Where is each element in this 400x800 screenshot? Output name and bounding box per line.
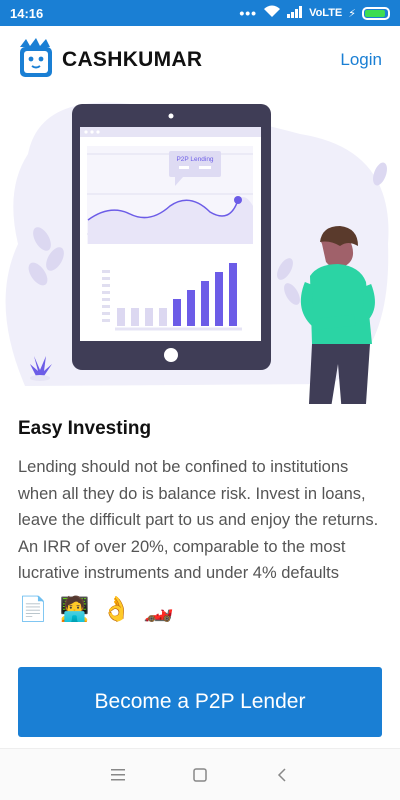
tablet-bar: [159, 308, 167, 326]
signal-icon: [287, 5, 303, 21]
become-p2p-lender-button[interactable]: Become a P2P Lender: [18, 667, 382, 737]
status-icons: ••• VoLTE ⚡: [239, 5, 390, 21]
tablet-bar: [131, 308, 139, 326]
status-time: 14:16: [10, 5, 44, 21]
tablet-bar: [187, 290, 195, 326]
home-square-icon[interactable]: [188, 763, 212, 787]
racing-car-icon: 🏎️: [143, 594, 174, 623]
wifi-icon: [263, 5, 281, 21]
hero-illustration: P2P Lending: [0, 94, 400, 474]
technologist-icon: 🧑‍💻: [59, 594, 90, 623]
tablet-bar: [145, 308, 153, 326]
battery-icon: [362, 6, 390, 20]
tablet-home-button: [164, 348, 178, 362]
notification-dots-icon: •••: [239, 5, 258, 21]
back-icon[interactable]: [270, 763, 294, 787]
content-section: Easy Investing Lending should not be con…: [18, 418, 382, 625]
tablet-line-marker: [234, 196, 242, 204]
ok-hand-icon: 👌: [101, 594, 132, 623]
system-nav-bar: [0, 748, 400, 800]
mascot-face-icon: [18, 37, 54, 84]
section-title: Easy Investing: [18, 418, 152, 439]
p2p-lending-card-label: P2P Lending: [176, 156, 213, 163]
charging-bolt-icon: ⚡: [348, 7, 356, 20]
login-link[interactable]: Login: [340, 50, 382, 70]
tablet-bar: [215, 272, 223, 326]
network-type: VoLTE: [309, 7, 343, 19]
emoji-row: 📄 🧑‍💻 👌 🏎️: [18, 593, 382, 625]
tablet-bar: [229, 263, 237, 326]
battery-level: [365, 9, 385, 17]
brand[interactable]: CASHKUMAR: [18, 37, 340, 84]
menu-icon[interactable]: [106, 763, 130, 787]
section-description: Lending should not be confined to instit…: [18, 458, 379, 582]
tablet-bar: [173, 299, 181, 326]
document-icon: 📄: [18, 594, 48, 623]
tablet-bar: [201, 281, 209, 326]
app-name: CASHKUMAR: [62, 48, 203, 71]
status-bar: 14:16 ••• VoLTE ⚡: [0, 0, 400, 26]
tablet-bar: [117, 308, 125, 326]
app-header: CASHKUMAR Login: [0, 26, 400, 94]
